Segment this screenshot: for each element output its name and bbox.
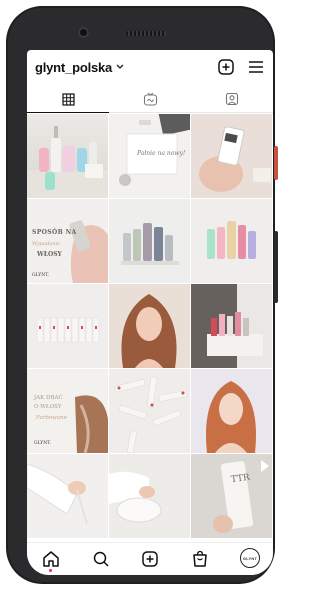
post-tile[interactable]: JAK DBAĆ O WŁOSY Farbowane GLYNT.	[27, 369, 108, 453]
post-tile[interactable]	[27, 454, 108, 538]
post-tile[interactable]: TTR	[191, 454, 272, 538]
post-image-model-brunette	[121, 294, 177, 368]
phone-frame: glynt_polska Pałnie na nowy! SPOSÓB NA W…	[6, 6, 278, 584]
home-icon[interactable]	[41, 549, 61, 569]
post-caption-script: Farbowane	[36, 415, 67, 421]
profile-avatar[interactable]: GLYNT	[240, 548, 260, 568]
post-tile[interactable]	[109, 369, 190, 453]
post-caption: Pałnie na nowy!	[137, 150, 186, 157]
post-image-mixing	[27, 463, 88, 525]
power-button	[274, 146, 278, 180]
post-image-products	[27, 126, 108, 198]
post-brand: GLYNT.	[32, 273, 49, 278]
post-image-bottles	[121, 223, 179, 265]
post-tile[interactable]	[191, 284, 272, 368]
post-caption: JAK DBAĆ	[34, 395, 63, 401]
volume-button	[274, 231, 278, 303]
post-tile[interactable]	[109, 199, 190, 283]
post-caption-script: Wypadanie	[32, 241, 60, 247]
chevron-down-icon[interactable]	[115, 63, 125, 71]
post-caption: SPOSÓB NA	[32, 229, 77, 236]
avatar-label: GLYNT	[242, 555, 258, 561]
post-tile[interactable]	[27, 284, 108, 368]
front-camera	[78, 27, 89, 38]
post-tile[interactable]	[191, 369, 272, 453]
post-image-tubes	[36, 317, 100, 343]
post-image-product-tube	[213, 460, 269, 533]
menu-icon[interactable]	[247, 58, 265, 76]
post-image-bowl	[109, 471, 162, 523]
post-tile[interactable]	[191, 114, 272, 198]
bottom-navigation: GLYNT	[27, 542, 273, 575]
post-image-display-box	[191, 284, 263, 368]
post-tile[interactable]	[109, 284, 190, 368]
profile-tabs	[27, 86, 273, 113]
post-caption-sub: O WŁOSY	[34, 404, 62, 410]
post-tile[interactable]	[191, 199, 272, 283]
earpiece-speaker	[126, 31, 166, 36]
post-image-scattered-tubes	[114, 376, 188, 453]
post-tile[interactable]	[109, 454, 190, 538]
grid-icon	[61, 92, 75, 106]
posts-grid: Pałnie na nowy! SPOSÓB NA Wypadanie WŁOS…	[27, 114, 273, 545]
tab-grid[interactable]	[27, 86, 109, 113]
activity-dot	[49, 569, 52, 572]
profile-username[interactable]: glynt_polska	[35, 60, 112, 75]
post-tile[interactable]	[27, 114, 108, 198]
shop-icon[interactable]	[190, 549, 210, 569]
tagged-icon	[225, 92, 239, 106]
post-image-colorful-bottles	[207, 221, 256, 259]
post-image-model-redhead	[206, 381, 256, 453]
reels-icon	[143, 92, 157, 106]
instagram-screen: glynt_polska Pałnie na nowy! SPOSÓB NA W…	[27, 50, 273, 575]
post-brand: GLYNT.	[34, 441, 51, 446]
post-tile[interactable]: SPOSÓB NA Wypadanie WŁOSY GLYNT.	[27, 199, 108, 283]
new-post-icon[interactable]	[140, 549, 160, 569]
post-caption-sub: WŁOSY	[37, 251, 62, 258]
post-image-phone-hand	[199, 126, 271, 192]
profile-header: glynt_polska	[27, 50, 273, 84]
new-post-icon[interactable]	[217, 58, 235, 76]
tab-reels[interactable]	[109, 86, 191, 112]
post-tile[interactable]: Pałnie na nowy!	[109, 114, 190, 198]
search-icon[interactable]	[91, 549, 111, 569]
tab-tagged[interactable]	[191, 86, 273, 112]
